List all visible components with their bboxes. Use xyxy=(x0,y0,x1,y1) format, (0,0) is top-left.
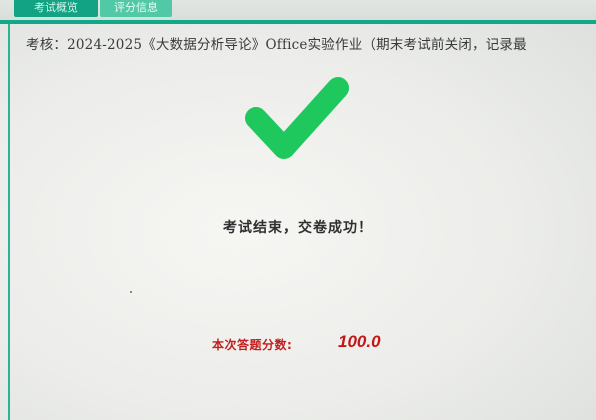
stray-dot xyxy=(130,291,132,293)
submit-success-message: 考试结束，交卷成功！ xyxy=(0,217,596,237)
score-label: 本次答题分数: xyxy=(212,338,293,352)
exam-title: 考核：2024-2025《大数据分析导论》Office实验作业（期末考试前关闭，… xyxy=(26,37,527,53)
tab-bar: 考试概览 评分信息 xyxy=(0,0,596,24)
checkmark-icon xyxy=(245,77,349,159)
submit-success-text: 考试结束，交卷成功！ xyxy=(223,220,373,236)
exam-result-screen: 考试概览 评分信息 考核：2024-2025《大数据分析导论》Office实验作… xyxy=(0,0,596,420)
tab-score-info[interactable]: 评分信息 xyxy=(100,0,172,17)
score-value: 100.0 xyxy=(338,332,381,351)
tab-exam-overview[interactable]: 考试概览 xyxy=(14,0,98,17)
